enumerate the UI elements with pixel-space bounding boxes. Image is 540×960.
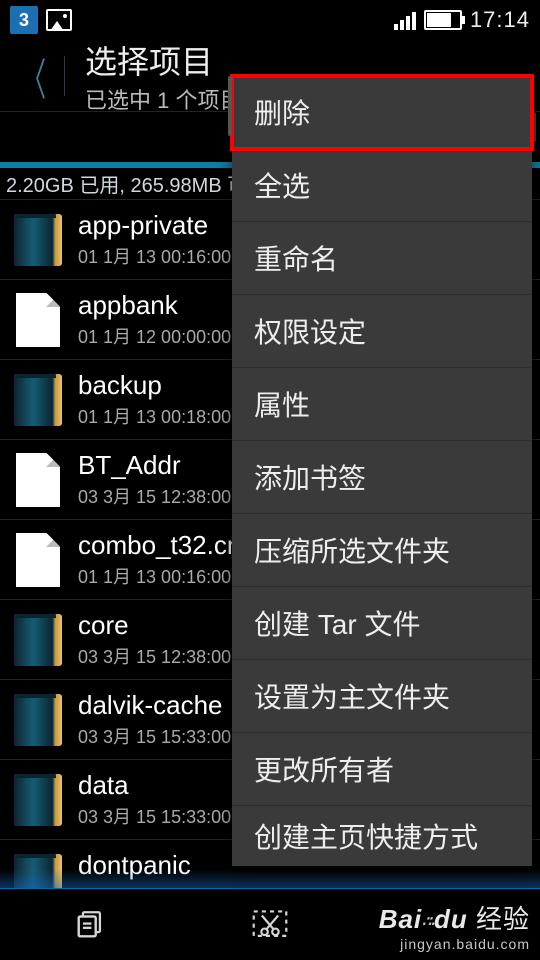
- menu-item[interactable]: 添加书签: [232, 441, 532, 514]
- file-name: backup: [78, 370, 231, 401]
- signal-icon: [394, 10, 416, 30]
- context-menu: 删除全选重命名权限设定属性添加书签压缩所选文件夹创建 Tar 文件设置为主文件夹…: [232, 76, 532, 866]
- menu-item[interactable]: 设置为主文件夹: [232, 660, 532, 733]
- file-timestamp: 01 1月 13 00:18:00: [78, 403, 231, 429]
- picture-icon: [46, 9, 72, 31]
- watermark: Bai∴∵du 经验 jingyan.baidu.com: [379, 899, 530, 952]
- notification-badge: 3: [10, 6, 38, 34]
- menu-item[interactable]: 全选: [232, 149, 532, 222]
- file-timestamp: 03 3月 15 12:38:00: [78, 643, 231, 669]
- copy-button[interactable]: [70, 905, 110, 945]
- file-timestamp: 01 1月 13 00:16:00: [78, 243, 231, 269]
- file-timestamp: 03 3月 15 15:33:00: [78, 723, 231, 749]
- file-name: core: [78, 610, 231, 641]
- file-icon: [16, 293, 60, 347]
- clock: 17:14: [470, 7, 530, 33]
- folder-icon: [14, 374, 62, 426]
- file-timestamp: 03 3月 15 12:38:00 0: [78, 483, 246, 509]
- status-bar: 3 17:14: [0, 0, 540, 40]
- menu-item[interactable]: 属性: [232, 368, 532, 441]
- file-name: dontpanic: [78, 850, 231, 881]
- paw-icon: ∴∵: [422, 913, 434, 929]
- file-name: appbank: [78, 290, 246, 321]
- battery-icon: [424, 10, 462, 30]
- back-button[interactable]: 〈: [14, 52, 54, 100]
- page-subtitle: 已选中 1 个项目: [85, 83, 241, 115]
- watermark-text: du: [434, 904, 468, 934]
- file-name: app-private: [78, 210, 231, 241]
- chevron-left-icon: 〈: [22, 44, 46, 108]
- watermark-url: jingyan.baidu.com: [379, 936, 530, 952]
- file-timestamp: 03 3月 15 15:33:00: [78, 803, 231, 829]
- menu-item[interactable]: 创建主页快捷方式: [232, 806, 532, 866]
- menu-item[interactable]: 创建 Tar 文件: [232, 587, 532, 660]
- menu-scrollbar[interactable]: [228, 76, 232, 136]
- folder-icon: [14, 694, 62, 746]
- divider: [64, 56, 65, 96]
- menu-item[interactable]: 重命名: [232, 222, 532, 295]
- menu-item[interactable]: 权限设定: [232, 295, 532, 368]
- file-name: data: [78, 770, 231, 801]
- folder-icon: [14, 614, 62, 666]
- menu-item[interactable]: 更改所有者: [232, 733, 532, 806]
- menu-item[interactable]: 压缩所选文件夹: [232, 514, 532, 587]
- storage-used: 2.20GB 已用,: [6, 169, 125, 198]
- menu-item[interactable]: 删除: [232, 76, 532, 149]
- cut-button[interactable]: [250, 905, 290, 945]
- file-timestamp: 01 1月 12 00:00:00 0: [78, 323, 246, 349]
- file-name: BT_Addr: [78, 450, 246, 481]
- file-name: dalvik-cache: [78, 690, 231, 721]
- watermark-text: 经验: [476, 904, 530, 934]
- file-icon: [16, 533, 60, 587]
- folder-icon: [14, 774, 62, 826]
- page-title: 选择项目: [85, 37, 241, 83]
- file-icon: [16, 453, 60, 507]
- watermark-text: Bai: [379, 904, 422, 934]
- folder-icon: [14, 214, 62, 266]
